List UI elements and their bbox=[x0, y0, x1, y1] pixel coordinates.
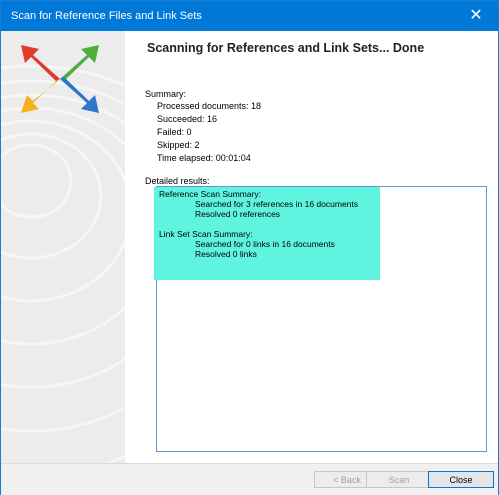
close-icon[interactable]: ✕ bbox=[464, 5, 488, 27]
linkset-scan-heading: Link Set Scan Summary: bbox=[159, 229, 253, 239]
title-bar[interactable]: Scan for Reference Files and Link Sets ✕ bbox=[1, 1, 498, 31]
scan-button[interactable]: Scan bbox=[366, 471, 432, 488]
button-bar: < Back Scan Close bbox=[1, 463, 498, 495]
reference-scan-heading: Reference Scan Summary: bbox=[159, 189, 262, 199]
detailed-results-textarea[interactable]: Reference Scan Summary: Searched for 3 r… bbox=[154, 186, 487, 452]
summary-failed: Failed: 0 bbox=[157, 127, 192, 137]
close-button[interactable]: Close bbox=[428, 471, 494, 488]
summary-processed: Processed documents: 18 bbox=[157, 101, 262, 111]
window-title: Scan for Reference Files and Link Sets bbox=[11, 10, 202, 22]
side-banner bbox=[1, 31, 125, 463]
linkset-searched-line: Searched for 0 links in 16 documents bbox=[195, 239, 335, 249]
summary-skipped: Skipped: 2 bbox=[157, 140, 200, 150]
summary-time-elapsed: Time elapsed: 00:01:04 bbox=[157, 153, 251, 163]
four-arrows-logo bbox=[21, 45, 99, 113]
linkset-resolved-line: Resolved 0 links bbox=[195, 249, 257, 259]
summary-succeeded: Succeeded: 16 bbox=[157, 114, 218, 124]
page-title: Scanning for References and Link Sets...… bbox=[147, 41, 425, 55]
dialog-window: Scan for Reference Files and Link Sets ✕… bbox=[0, 0, 499, 495]
reference-searched-line: Searched for 3 references in 16 document… bbox=[195, 199, 359, 209]
content-panel: Scanning for References and Link Sets...… bbox=[125, 31, 498, 463]
reference-resolved-line: Resolved 0 references bbox=[195, 209, 281, 219]
summary-label: Summary: bbox=[145, 89, 187, 99]
detailed-results-label: Detailed results: bbox=[145, 176, 210, 186]
